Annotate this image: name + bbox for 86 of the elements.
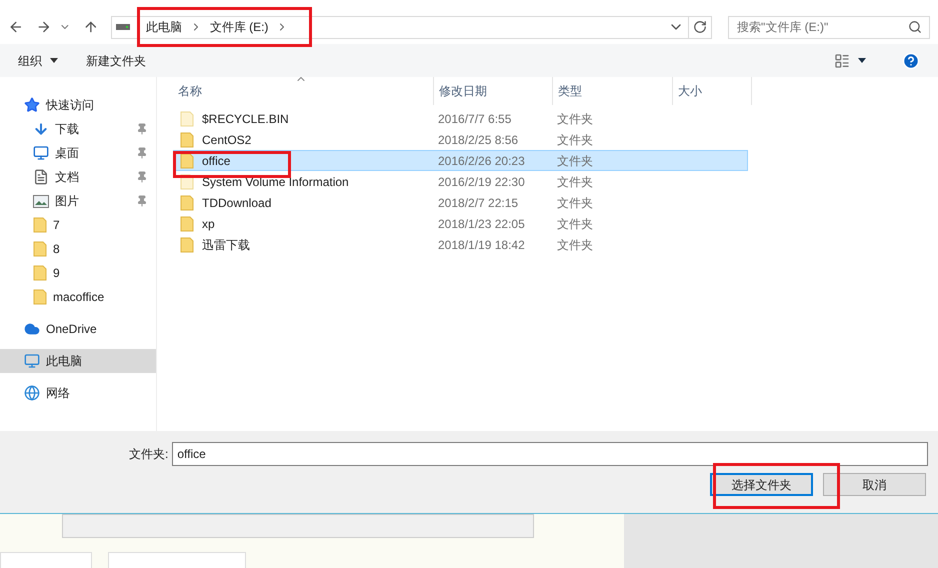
sidebar-item[interactable]: 文档: [0, 165, 156, 189]
folder-icon: [33, 265, 47, 281]
pin-icon: [136, 171, 148, 183]
modified-date: 2016/7/7 6:55: [437, 110, 512, 128]
drive-icon: [116, 23, 130, 31]
network-icon: [24, 385, 40, 401]
file-name: xp: [202, 216, 215, 232]
folder-icon: [180, 194, 194, 210]
file-row[interactable]: office 2016/2/26 20:23 文件夹: [173, 150, 748, 171]
sidebar-item[interactable]: 桌面: [0, 141, 156, 165]
dialog-button[interactable]: 取消: [823, 473, 926, 496]
folder-field-label: 文件夹:: [129, 446, 168, 463]
sidebar-item[interactable]: 8: [0, 237, 156, 261]
file-name: office: [202, 152, 230, 170]
toolbar-button[interactable]: 组织: [18, 52, 58, 70]
sidebar-item[interactable]: 9: [0, 261, 156, 285]
file-type: 文件夹: [556, 110, 593, 128]
address-bar[interactable]: 此电脑 文件库 (E:): [110, 16, 712, 38]
refresh-icon[interactable]: [693, 20, 708, 34]
file-type: 文件夹: [556, 174, 593, 190]
sidebar-item[interactable]: 此电脑: [0, 349, 156, 373]
file-type: 文件夹: [556, 132, 593, 148]
file-name: System Volume Information: [202, 174, 349, 190]
pin-icon: [136, 195, 148, 207]
folder-icon: [180, 216, 194, 232]
search-field[interactable]: 搜索"文件库 (E:)": [728, 16, 930, 38]
sidebar-item[interactable]: 图片: [0, 189, 156, 213]
computer-icon: [24, 353, 40, 369]
file-name: CentOS2: [202, 132, 252, 148]
file-type: 文件夹: [556, 194, 593, 212]
folder-icon: [33, 289, 47, 305]
file-name: TDDownload: [202, 194, 272, 212]
file-row[interactable]: $RECYCLE.BIN 2016/7/7 6:55 文件夹: [173, 108, 748, 129]
desktop-icon: [33, 145, 49, 161]
breadcrumb[interactable]: 此电脑: [142, 18, 186, 36]
folder-icon: [180, 110, 194, 126]
view-options-icon[interactable]: [834, 52, 850, 68]
file-row[interactable]: 迅雷下载 2018/1/19 18:42 文件夹: [173, 234, 748, 255]
column-header[interactable]: 名称: [173, 77, 434, 105]
file-row[interactable]: xp 2018/1/23 22:05 文件夹: [173, 213, 748, 234]
pin-icon: [136, 147, 148, 159]
folder-icon: [180, 152, 194, 168]
download-icon: [33, 121, 49, 137]
folder-icon: [180, 132, 194, 148]
file-row[interactable]: TDDownload 2018/2/7 22:15 文件夹: [173, 192, 748, 213]
document-icon: [33, 169, 49, 185]
picture-icon: [33, 194, 49, 208]
file-type: 文件夹: [556, 236, 593, 254]
folder-icon: [180, 236, 194, 252]
dialog-button[interactable]: 选择文件夹: [710, 473, 813, 496]
file-type: 文件夹: [556, 216, 593, 232]
breadcrumb[interactable]: 文件库 (E:): [206, 18, 272, 36]
cloud-icon: [24, 321, 40, 337]
file-type: 文件夹: [556, 152, 593, 170]
sidebar-item[interactable]: OneDrive: [0, 317, 156, 341]
folder-icon: [33, 241, 47, 257]
file-row[interactable]: CentOS2 2018/2/25 8:56 文件夹: [173, 129, 748, 150]
modified-date: 2018/1/19 18:42: [437, 236, 526, 254]
modified-date: 2018/2/7 22:15: [437, 194, 520, 212]
column-header[interactable]: 修改日期: [434, 77, 553, 105]
file-row[interactable]: System Volume Information 2016/2/19 22:30 文件夹: [173, 171, 748, 192]
search-icon: [908, 20, 922, 34]
modified-date: 2018/1/23 22:05: [437, 216, 526, 232]
column-header[interactable]: 类型: [553, 77, 673, 105]
toolbar-button[interactable]: 新建文件夹: [86, 52, 146, 70]
sidebar-item[interactable]: 网络: [0, 381, 156, 405]
file-name: $RECYCLE.BIN: [202, 110, 289, 128]
modified-date: 2018/2/25 8:56: [437, 132, 520, 148]
up-icon[interactable]: [83, 19, 99, 35]
column-header[interactable]: 大小: [673, 77, 752, 105]
sidebar-item[interactable]: 快速访问: [0, 93, 156, 117]
help-icon[interactable]: [902, 52, 920, 70]
folder-name-field[interactable]: office: [172, 442, 928, 466]
file-name: 迅雷下载: [202, 236, 250, 254]
forward-icon[interactable]: [36, 19, 52, 35]
dropdown-caret-icon: [50, 58, 58, 63]
pin-icon: [136, 123, 148, 135]
sidebar-item[interactable]: 7: [0, 213, 156, 237]
dropdown-caret-icon[interactable]: [858, 58, 866, 63]
back-icon[interactable]: [8, 19, 24, 35]
sidebar-item[interactable]: macoffice: [0, 285, 156, 309]
sidebar-item[interactable]: 下载: [0, 117, 156, 141]
modified-date: 2016/2/26 20:23: [437, 152, 526, 170]
folder-icon: [33, 217, 47, 233]
star-icon: [24, 97, 40, 113]
modified-date: 2016/2/19 22:30: [437, 174, 526, 190]
